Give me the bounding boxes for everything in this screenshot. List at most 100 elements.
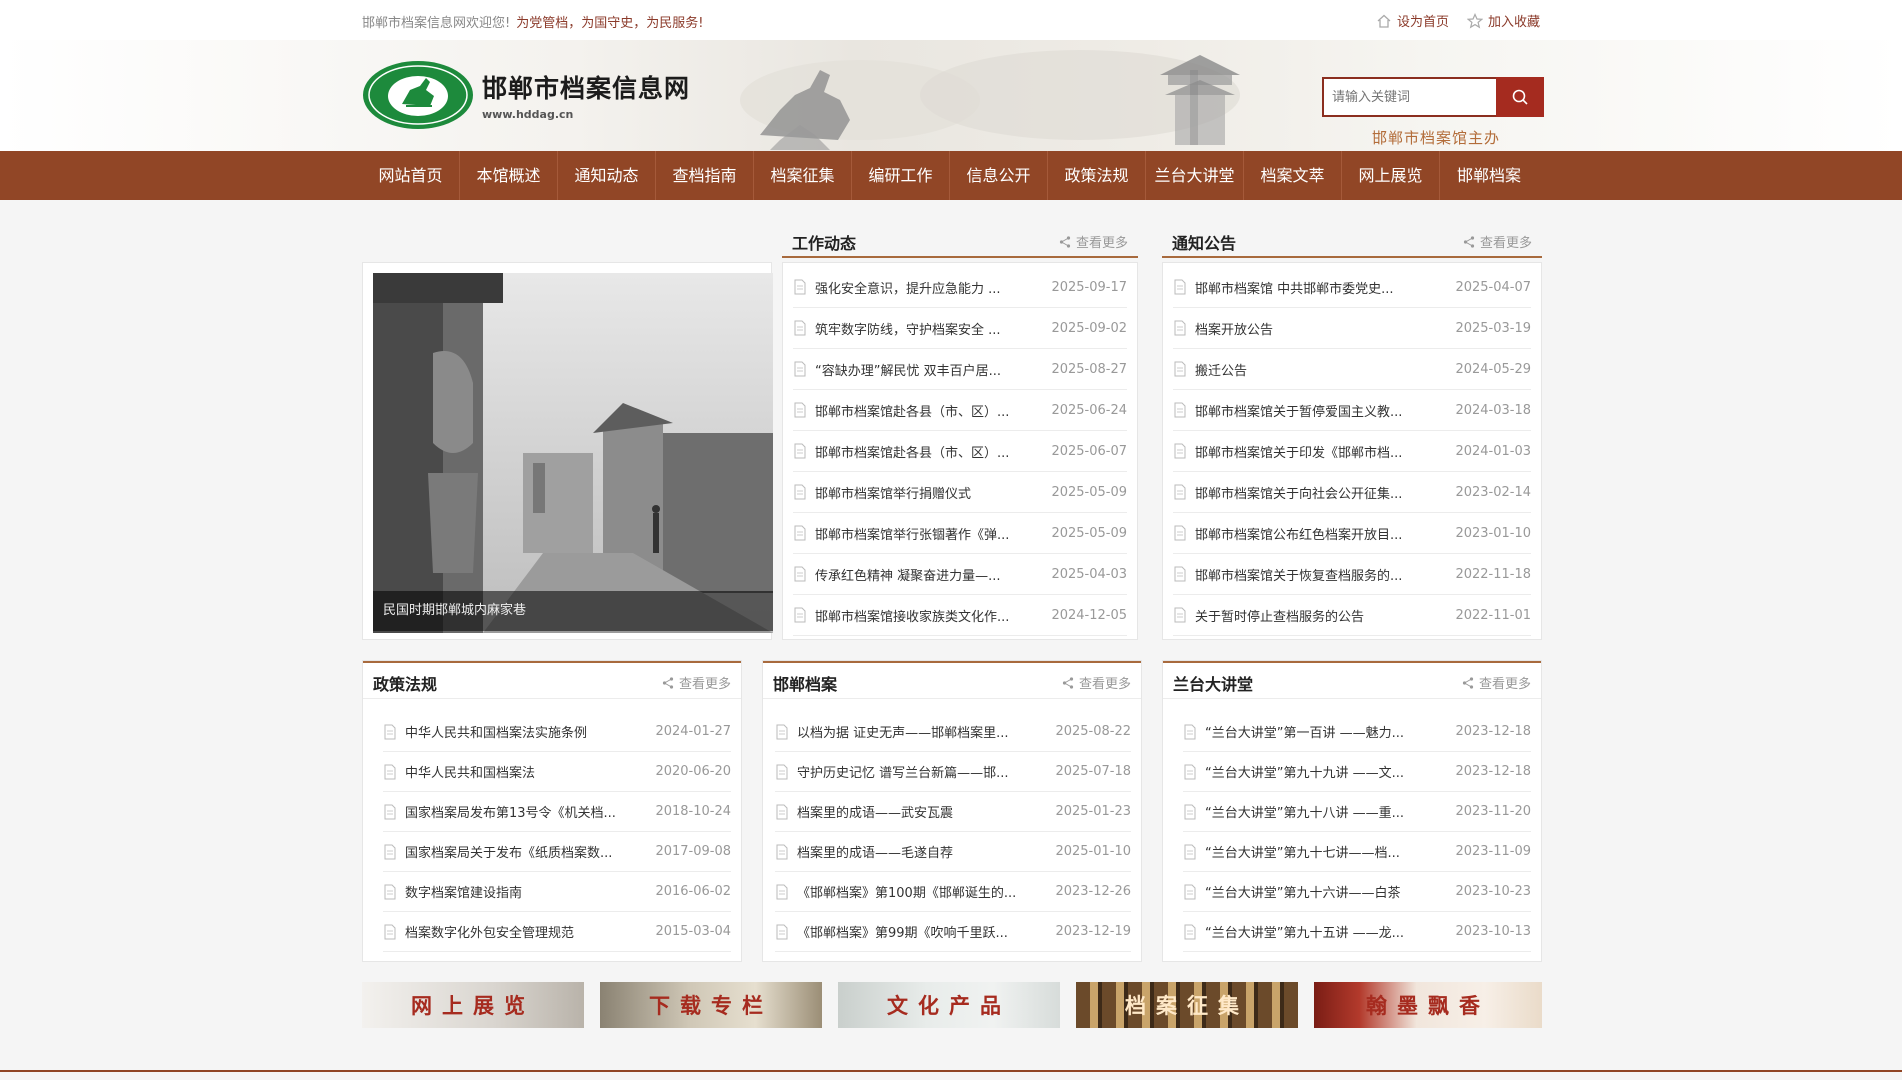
nav-item-handan-archives[interactable]: 邯郸档案 <box>1440 151 1538 200</box>
document-icon <box>1184 844 1196 859</box>
nav-item-research[interactable]: 编研工作 <box>852 151 950 200</box>
item-date: 2024-03-18 <box>1455 402 1531 418</box>
nav-item-lantai[interactable]: 兰台大讲堂 <box>1146 151 1244 200</box>
work-news-title: 工作动态 <box>792 234 857 253</box>
list-item[interactable]: 《邯郸档案》第99期《吹响千里跃... 2023-12-19 <box>775 912 1131 952</box>
work-news-more-link[interactable]: 查看更多 <box>1059 232 1128 251</box>
top-bar: 邯郸市档案信息网欢迎您! 为党管档，为国守史，为民服务! 设为首页 加入收藏 <box>0 0 1902 40</box>
list-item[interactable]: 强化安全意识，提升应急能力 ... 2025-09-17 <box>793 267 1127 308</box>
list-item[interactable]: 国家档案局关于发布《纸质档案数... 2017-09-08 <box>383 832 731 872</box>
document-icon <box>794 402 806 418</box>
handan-archives-more-link[interactable]: 查看更多 <box>1062 673 1131 692</box>
nav-item-guide[interactable]: 查档指南 <box>656 151 754 200</box>
slideshow-photo[interactable] <box>373 273 773 633</box>
nav-item-news[interactable]: 通知动态 <box>558 151 656 200</box>
list-item[interactable]: 筑牢数字防线，守护档案安全 ... 2025-09-02 <box>793 308 1127 349</box>
list-item[interactable]: “兰台大讲堂”第九十五讲 ——龙... 2023-10-13 <box>1183 912 1531 952</box>
document-icon <box>776 924 788 939</box>
item-title: 《邯郸档案》第99期《吹响千里跃... <box>797 926 1008 941</box>
document-icon <box>776 844 788 859</box>
item-date: 2025-09-02 <box>1051 320 1127 336</box>
banner-cultural-products[interactable]: 文化产品 <box>838 982 1060 1028</box>
list-item[interactable]: 邯郸市档案馆关于暂停爱国主义教... 2024-03-18 <box>1173 390 1531 431</box>
item-title: “兰台大讲堂”第一百讲 ——魅力... <box>1205 726 1404 741</box>
item-date: 2025-04-03 <box>1051 566 1127 582</box>
item-title: “兰台大讲堂”第九十八讲 ——重... <box>1205 806 1404 821</box>
document-icon <box>1174 607 1186 623</box>
document-icon <box>384 844 396 859</box>
set-home-link[interactable]: 设为首页 <box>1376 11 1449 30</box>
list-item[interactable]: 邯郸市档案馆关于印发《邯郸市档... 2024-01-03 <box>1173 431 1531 472</box>
list-item[interactable]: 传承红色精神 凝聚奋进力量—... 2025-04-03 <box>793 554 1127 595</box>
nav-item-overview[interactable]: 本馆概述 <box>460 151 558 200</box>
search-input[interactable] <box>1322 77 1496 117</box>
list-item[interactable]: “兰台大讲堂”第九十八讲 ——重... 2023-11-20 <box>1183 792 1531 832</box>
item-date: 2025-01-23 <box>1055 804 1131 819</box>
list-item[interactable]: 档案开放公告 2025-03-19 <box>1173 308 1531 349</box>
lantai-more-link[interactable]: 查看更多 <box>1462 673 1531 692</box>
list-item[interactable]: 档案里的成语——武安瓦震 2025-01-23 <box>775 792 1131 832</box>
list-item[interactable]: 邯郸市档案馆关于恢复查档服务的... 2022-11-18 <box>1173 554 1531 595</box>
item-date: 2025-06-24 <box>1051 402 1127 418</box>
list-item[interactable]: 《邯郸档案》第100期《邯郸诞生的... 2023-12-26 <box>775 872 1131 912</box>
policy-more-link[interactable]: 查看更多 <box>662 673 731 692</box>
header-scenery-image <box>740 50 1240 150</box>
list-item[interactable]: “兰台大讲堂”第九十六讲——白茶 2023-10-23 <box>1183 872 1531 912</box>
list-item[interactable]: 邯郸市档案馆关于向社会公开征集... 2023-02-14 <box>1173 472 1531 513</box>
list-item[interactable]: 中华人民共和国档案法实施条例 2024-01-27 <box>383 712 731 752</box>
list-item[interactable]: 邯郸市档案馆 中共邯郸市委党史... 2025-04-07 <box>1173 267 1531 308</box>
list-item[interactable]: “兰台大讲堂”第九十九讲 ——文... 2023-12-18 <box>1183 752 1531 792</box>
banner-online-exhibition[interactable]: 网上展览 <box>362 982 584 1028</box>
item-title: “兰台大讲堂”第九十五讲 ——龙... <box>1205 926 1404 941</box>
item-title: 档案里的成语——毛遂自荐 <box>797 846 954 861</box>
list-item[interactable]: 档案数字化外包安全管理规范 2015-03-04 <box>383 912 731 952</box>
photo-slideshow[interactable]: 民国时期邯郸城内麻家巷 <box>362 262 773 640</box>
item-title: “兰台大讲堂”第九十九讲 ——文... <box>1205 766 1404 781</box>
list-item[interactable]: 搬迁公告 2024-05-29 <box>1173 349 1531 390</box>
item-title: 中华人民共和国档案法实施条例 <box>405 726 588 741</box>
nav-item-exhibition[interactable]: 网上展览 <box>1342 151 1440 200</box>
item-title: 筑牢数字防线，守护档案安全 ... <box>815 322 1001 338</box>
item-title: 档案数字化外包安全管理规范 <box>405 926 575 941</box>
list-item[interactable]: 邯郸市档案馆举行张锢著作《弹... 2025-05-09 <box>793 513 1127 554</box>
add-favorite-link[interactable]: 加入收藏 <box>1466 11 1540 30</box>
list-item[interactable]: 守护历史记忆 谱写兰台新篇——邯... 2025-07-18 <box>775 752 1131 792</box>
banner-archive-collection[interactable]: 档案征集 <box>1076 982 1298 1028</box>
nav-item-essays[interactable]: 档案文萃 <box>1244 151 1342 200</box>
item-title: 邯郸市档案馆举行捐赠仪式 <box>815 486 972 502</box>
document-icon <box>1174 443 1186 459</box>
list-item[interactable]: 邯郸市档案馆接收家族类文化作... 2024-12-05 <box>793 595 1127 636</box>
list-item[interactable]: “兰台大讲堂”第九十七讲——档... 2023-11-09 <box>1183 832 1531 872</box>
document-icon <box>794 566 806 582</box>
search-button[interactable] <box>1496 77 1544 117</box>
list-item[interactable]: 中华人民共和国档案法 2020-06-20 <box>383 752 731 792</box>
nav-item-collection[interactable]: 档案征集 <box>754 151 852 200</box>
item-date: 2023-11-09 <box>1455 844 1531 859</box>
list-item[interactable]: 以档为据 证史无声——邯郸档案里... 2025-08-22 <box>775 712 1131 752</box>
share-icon <box>1462 676 1474 689</box>
nav-item-home[interactable]: 网站首页 <box>362 151 460 200</box>
item-date: 2023-12-18 <box>1455 724 1531 739</box>
list-item[interactable]: 国家档案局发布第13号令《机关档... 2018-10-24 <box>383 792 731 832</box>
list-item[interactable]: 邯郸市档案馆赴各县（市、区）... 2025-06-24 <box>793 390 1127 431</box>
list-item[interactable]: 数字档案馆建设指南 2016-06-02 <box>383 872 731 912</box>
list-item[interactable]: 档案里的成语——毛遂自荐 2025-01-10 <box>775 832 1131 872</box>
item-title: 邯郸市档案馆 中共邯郸市委党史... <box>1195 281 1394 297</box>
banner-calligraphy[interactable]: 翰墨飘香 <box>1314 982 1542 1028</box>
list-item[interactable]: 邯郸市档案馆公布红色档案开放目... 2023-01-10 <box>1173 513 1531 554</box>
list-item[interactable]: 关于暂时停止查档服务的公告 2022-11-01 <box>1173 595 1531 636</box>
list-item[interactable]: “兰台大讲堂”第一百讲 ——魅力... 2023-12-18 <box>1183 712 1531 752</box>
nav-item-disclosure[interactable]: 信息公开 <box>950 151 1048 200</box>
set-home-label: 设为首页 <box>1396 15 1449 30</box>
nav-item-policy[interactable]: 政策法规 <box>1048 151 1146 200</box>
item-date: 2024-01-27 <box>655 724 731 739</box>
list-item[interactable]: 邯郸市档案馆举行捐赠仪式 2025-05-09 <box>793 472 1127 513</box>
welcome-text: 邯郸市档案信息网欢迎您! 为党管档，为国守史，为民服务! <box>362 12 703 31</box>
banner-downloads[interactable]: 下载专栏 <box>600 982 822 1028</box>
list-item[interactable]: 邯郸市档案馆赴各县（市、区）... 2025-06-07 <box>793 431 1127 472</box>
main-nav: 网站首页 本馆概述 通知动态 查档指南 档案征集 编研工作 信息公开 政策法规 … <box>0 151 1902 200</box>
document-icon <box>776 724 788 739</box>
notices-more-link[interactable]: 查看更多 <box>1463 232 1532 251</box>
list-item[interactable]: “容缺办理”解民忧 双丰百户居... 2025-08-27 <box>793 349 1127 390</box>
site-logo[interactable]: 邯郸市档案信息网 www.hddag.cn <box>362 60 690 130</box>
